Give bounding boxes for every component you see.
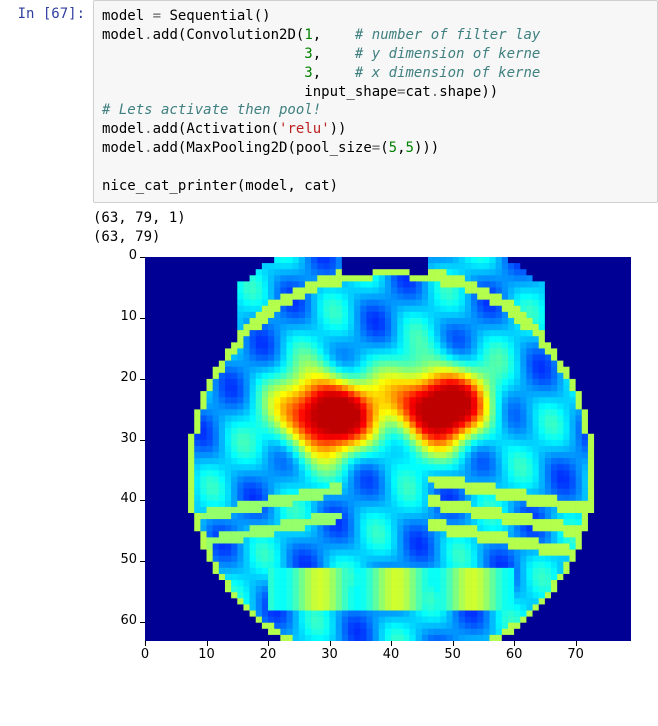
code-token: nice_cat_printer [102, 178, 237, 194]
code-token: (Activation( [178, 121, 279, 137]
y-tick-label: 10 [107, 309, 137, 324]
y-tick-label: 40 [107, 491, 137, 506]
matplotlib-figure: 0 10 20 30 40 50 60 0 10 20 30 40 50 60 70 [85, 249, 658, 683]
code-token: 1 [304, 27, 312, 43]
code-token: () [254, 8, 271, 24]
code-token: cat [405, 84, 430, 100]
y-tick-mark [140, 440, 145, 441]
code-token: = [372, 140, 380, 156]
code-token: 3 [304, 65, 312, 81]
code-token: model [102, 140, 144, 156]
code-token: input_shape [102, 84, 397, 100]
code-token: model [102, 121, 144, 137]
code-token [102, 46, 304, 62]
code-token: shape)) [439, 84, 498, 100]
y-tick-label: 50 [107, 552, 137, 567]
code-token: ))) [414, 140, 439, 156]
code-token: ( [380, 140, 388, 156]
code-token: (MaxPooling2D(pool_size [178, 140, 372, 156]
code-token: = [153, 8, 170, 24]
y-tick-mark [140, 561, 145, 562]
code-token: (Convolution2D( [178, 27, 304, 43]
code-token: # y dimension of kerne [355, 46, 540, 62]
y-tick-mark [140, 622, 145, 623]
code-token: (model, cat) [237, 178, 338, 194]
y-tick-mark [140, 257, 145, 258]
input-prompt: In [67]: [0, 0, 93, 22]
code-token: . [431, 84, 439, 100]
x-tick-mark [453, 641, 454, 646]
code-token: , [313, 65, 355, 81]
code-token: , [313, 27, 355, 43]
code-token: . [144, 140, 152, 156]
code-token: . [144, 121, 152, 137]
code-token: add [153, 121, 178, 137]
code-editor[interactable]: model = Sequential() model.add(Convoluti… [93, 0, 658, 203]
code-token [102, 65, 304, 81]
code-token: . [144, 27, 152, 43]
code-token: , [397, 140, 405, 156]
y-tick-mark [140, 500, 145, 501]
code-token: 3 [304, 46, 312, 62]
code-token: # number of filter lay [355, 27, 540, 43]
code-token: add [153, 27, 178, 43]
x-tick-mark [391, 641, 392, 646]
x-tick-mark [268, 641, 269, 646]
code-token: model [102, 27, 144, 43]
y-tick-mark [140, 318, 145, 319]
x-tick-label: 50 [438, 647, 468, 662]
code-token: , [313, 46, 355, 62]
notebook-code-cell: In [67]: model = Sequential() model.add(… [0, 0, 658, 203]
x-tick-label: 0 [130, 647, 160, 662]
code-token: )) [330, 121, 347, 137]
heatmap-image [145, 257, 631, 641]
code-token: # Lets activate then pool! [102, 102, 321, 118]
x-tick-mark [145, 641, 146, 646]
x-tick-label: 10 [192, 647, 222, 662]
code-token: model [102, 8, 153, 24]
code-token: 5 [406, 140, 414, 156]
y-tick-mark [140, 379, 145, 380]
x-tick-mark [514, 641, 515, 646]
y-tick-label: 60 [107, 613, 137, 628]
y-tick-label: 0 [107, 248, 137, 263]
y-tick-label: 30 [107, 431, 137, 446]
stdout-output: (63, 79, 1) (63, 79) [85, 203, 658, 249]
code-token: 'relu' [279, 121, 330, 137]
x-tick-mark [330, 641, 331, 646]
code-token: Sequential [169, 8, 253, 24]
x-tick-mark [576, 641, 577, 646]
x-tick-label: 40 [376, 647, 406, 662]
code-token: # x dimension of kerne [355, 65, 540, 81]
x-tick-mark [207, 641, 208, 646]
x-tick-label: 70 [561, 647, 591, 662]
code-token: 5 [389, 140, 397, 156]
x-tick-label: 60 [499, 647, 529, 662]
x-tick-label: 20 [253, 647, 283, 662]
y-tick-label: 20 [107, 370, 137, 385]
x-tick-label: 30 [315, 647, 345, 662]
code-token: add [153, 140, 178, 156]
